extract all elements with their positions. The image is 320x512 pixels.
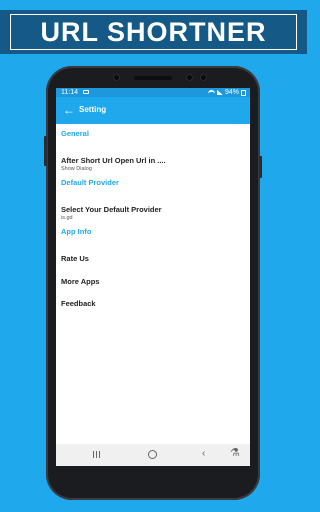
- status-time: 11:14: [61, 89, 78, 96]
- app-screen: 11:14 94% ← Setting General After Short …: [56, 88, 250, 466]
- sensor-icon: [186, 74, 193, 81]
- system-nav-bar: ‹ ⚗: [56, 444, 250, 466]
- battery-percent: 94%: [224, 89, 239, 96]
- category-default-provider: Default Provider: [61, 178, 119, 187]
- app-toolbar: ← Setting: [56, 97, 250, 124]
- pref-default-provider-title: Select Your Default Provider: [61, 205, 162, 214]
- pref-rate-us[interactable]: Rate Us: [61, 254, 89, 263]
- wifi-icon: [207, 90, 215, 95]
- front-camera-icon: [113, 74, 120, 81]
- accessibility-icon[interactable]: ⚗: [230, 447, 240, 459]
- earpiece-speaker: [134, 76, 172, 80]
- settings-list: General After Short Url Open Url in ....…: [56, 124, 250, 444]
- sensor-icon-2: [200, 74, 207, 81]
- power-button: [259, 156, 262, 178]
- volume-button: [44, 136, 47, 166]
- pref-open-url-summary: Show Dialog: [61, 166, 92, 172]
- toolbar-title: Setting: [79, 105, 107, 114]
- signal-icon: [216, 90, 223, 95]
- image-notification-icon: [83, 90, 89, 94]
- category-general: General: [61, 129, 89, 138]
- chevron-left-icon[interactable]: ‹: [202, 448, 205, 460]
- banner-frame: URL SHORTNER: [10, 14, 297, 50]
- pref-feedback[interactable]: Feedback: [61, 299, 96, 308]
- phone-top-bezel: [46, 66, 260, 90]
- pref-default-provider-summary: is.gd: [61, 215, 73, 221]
- arrow-left-icon[interactable]: ←: [63, 104, 75, 116]
- pref-more-apps[interactable]: More Apps: [61, 277, 99, 286]
- banner-title: URL SHORTNER: [40, 16, 267, 47]
- status-bar: 11:14 94%: [56, 88, 250, 97]
- promo-banner: URL SHORTNER: [0, 10, 307, 54]
- battery-icon: [241, 89, 246, 96]
- recent-apps-icon[interactable]: [93, 451, 101, 458]
- category-app-info: App Info: [61, 227, 92, 236]
- status-icons: 94%: [207, 88, 246, 97]
- home-circle-icon[interactable]: [148, 450, 157, 459]
- pref-open-url-title: After Short Url Open Url in ....: [61, 156, 166, 165]
